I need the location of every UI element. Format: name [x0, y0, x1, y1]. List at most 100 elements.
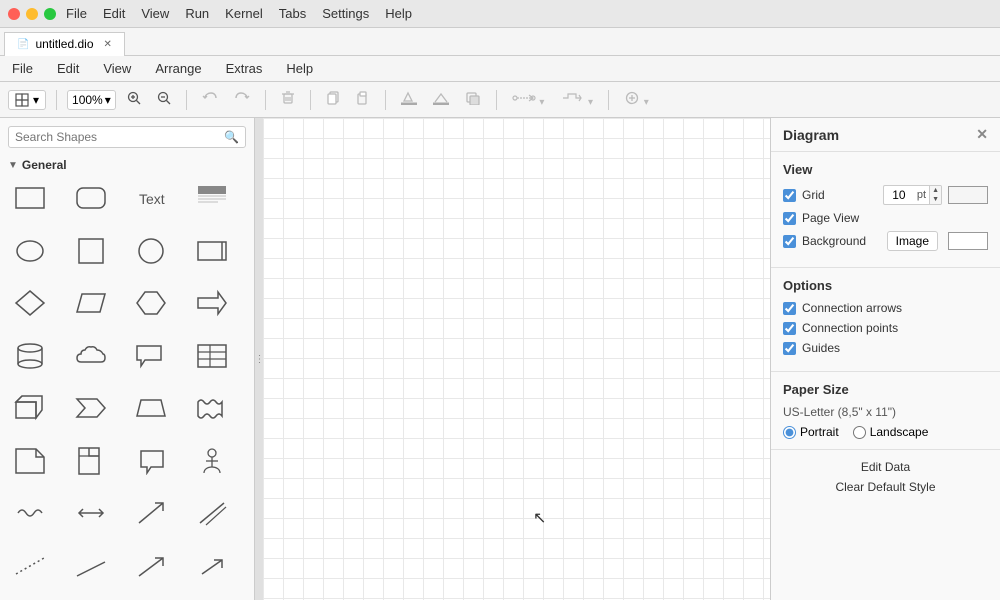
- shape-person[interactable]: [190, 443, 234, 479]
- portrait-label[interactable]: Portrait: [783, 425, 839, 439]
- panel-close-btn[interactable]: ✕: [976, 126, 988, 143]
- menu-arrange[interactable]: Arrange: [151, 59, 205, 78]
- os-menu-kernel[interactable]: Kernel: [225, 6, 263, 21]
- search-box[interactable]: 🔍: [8, 126, 246, 148]
- grid-up-arrow[interactable]: ▲: [930, 186, 941, 195]
- shape-double-arrow[interactable]: [69, 495, 113, 531]
- edit-data-link[interactable]: Edit Data: [783, 460, 988, 474]
- shape-rectangle[interactable]: [8, 180, 52, 216]
- os-menu-help[interactable]: Help: [385, 6, 412, 21]
- shape-callout-left[interactable]: [129, 443, 173, 479]
- shape-arrow-right[interactable]: [190, 285, 234, 321]
- undo-icon: [202, 91, 218, 105]
- shape-cloud[interactable]: [69, 338, 113, 374]
- add-btn[interactable]: ▾: [619, 88, 654, 111]
- fill-color-btn[interactable]: [396, 88, 422, 111]
- view-toggle-icon: [15, 93, 29, 107]
- guides-checkbox[interactable]: [783, 342, 796, 355]
- background-color-swatch[interactable]: [948, 232, 988, 250]
- grid-size-field[interactable]: [884, 187, 914, 203]
- undo-btn[interactable]: [197, 88, 223, 111]
- shape-cylinder[interactable]: [8, 338, 52, 374]
- panel-header: Diagram ✕: [771, 118, 1000, 152]
- portrait-radio[interactable]: [783, 426, 796, 439]
- shape-parallelogram[interactable]: [69, 285, 113, 321]
- grid-checkbox[interactable]: [783, 189, 796, 202]
- shape-text[interactable]: Text: [129, 180, 173, 216]
- zoom-in-btn[interactable]: [122, 88, 146, 111]
- shape-speech-bubble[interactable]: [129, 338, 173, 374]
- shape-circle[interactable]: [129, 233, 173, 269]
- tab-untitled[interactable]: 📄 untitled.dio ✕: [4, 32, 125, 56]
- general-section-header[interactable]: ▼ General: [0, 156, 254, 176]
- connection-style-btn[interactable]: ▾: [507, 88, 550, 111]
- os-menu-settings[interactable]: Settings: [322, 6, 369, 21]
- background-image-btn[interactable]: Image: [887, 231, 938, 251]
- shape-wave[interactable]: [190, 390, 234, 426]
- paper-size-value: US-Letter (8,5" x 11"): [783, 405, 988, 419]
- zoom-control[interactable]: 100% ▾: [67, 90, 116, 110]
- copy-btn[interactable]: [321, 88, 345, 111]
- menu-extras[interactable]: Extras: [222, 59, 267, 78]
- page-view-checkbox[interactable]: [783, 212, 796, 225]
- redo-btn[interactable]: [229, 88, 255, 111]
- grid-down-arrow[interactable]: ▼: [930, 195, 941, 204]
- connection-arrows-checkbox[interactable]: [783, 302, 796, 315]
- shape-note[interactable]: [8, 443, 52, 479]
- os-minimize-btn[interactable]: [26, 8, 38, 20]
- view-toggle-btn[interactable]: ▾: [8, 90, 46, 110]
- os-menu-edit[interactable]: Edit: [103, 6, 125, 21]
- shape-arrow-up-right[interactable]: [129, 548, 173, 584]
- copy-icon: [326, 91, 340, 105]
- shape-document[interactable]: [69, 443, 113, 479]
- landscape-label[interactable]: Landscape: [853, 425, 929, 439]
- shape-trapezoid[interactable]: [129, 390, 173, 426]
- panel-footer: Edit Data Clear Default Style: [771, 450, 1000, 510]
- shape-ellipse[interactable]: [8, 233, 52, 269]
- clear-style-link[interactable]: Clear Default Style: [783, 480, 988, 494]
- search-input[interactable]: [15, 130, 220, 144]
- line-color-btn[interactable]: [428, 88, 454, 111]
- menu-view[interactable]: View: [99, 59, 135, 78]
- menu-edit[interactable]: Edit: [53, 59, 83, 78]
- shape-rounded-rectangle[interactable]: [69, 180, 113, 216]
- tab-close-btn[interactable]: ✕: [104, 39, 112, 50]
- shape-heading[interactable]: [190, 180, 234, 216]
- options-section: Options Connection arrows Connection poi…: [771, 268, 1000, 372]
- shape-arrow-diagonal[interactable]: [129, 495, 173, 531]
- drawing-canvas[interactable]: ↖: [263, 118, 770, 600]
- background-checkbox[interactable]: [783, 235, 796, 248]
- shape-line[interactable]: [69, 548, 113, 584]
- sidebar-collapse-handle[interactable]: ⋮: [255, 118, 263, 600]
- shape-arrow-short-right[interactable]: [190, 548, 234, 584]
- menu-help[interactable]: Help: [282, 59, 317, 78]
- shape-table[interactable]: [190, 338, 234, 374]
- shape-dotted-line[interactable]: [8, 548, 52, 584]
- grid-color-swatch[interactable]: [948, 186, 988, 204]
- shape-diamond[interactable]: [8, 285, 52, 321]
- waypoint-btn[interactable]: ▾: [555, 88, 598, 111]
- shape-lines-diagonal[interactable]: [190, 495, 234, 531]
- shadow-btn[interactable]: [460, 88, 486, 111]
- shape-chevron-arrow[interactable]: [69, 390, 113, 426]
- shape-3d-box[interactable]: [8, 390, 52, 426]
- landscape-radio[interactable]: [853, 426, 866, 439]
- os-menu-tabs[interactable]: Tabs: [279, 6, 306, 21]
- shape-square[interactable]: [69, 233, 113, 269]
- os-window-controls[interactable]: [8, 8, 56, 20]
- os-menu-view[interactable]: View: [141, 6, 169, 21]
- os-menu-file[interactable]: File: [66, 6, 87, 21]
- shape-hexagon[interactable]: [129, 285, 173, 321]
- os-close-btn[interactable]: [8, 8, 20, 20]
- shape-squiggle[interactable]: [8, 495, 52, 531]
- tab-file-icon: 📄: [17, 39, 29, 50]
- delete-btn[interactable]: [276, 88, 300, 111]
- os-menu-run[interactable]: Run: [185, 6, 209, 21]
- paste-btn[interactable]: [351, 88, 375, 111]
- zoom-out-btn[interactable]: [152, 88, 176, 111]
- os-maximize-btn[interactable]: [44, 8, 56, 20]
- menu-file[interactable]: File: [8, 59, 37, 78]
- shape-scroll[interactable]: [190, 233, 234, 269]
- grid-size-input[interactable]: pt ▲ ▼: [883, 185, 942, 205]
- connection-points-checkbox[interactable]: [783, 322, 796, 335]
